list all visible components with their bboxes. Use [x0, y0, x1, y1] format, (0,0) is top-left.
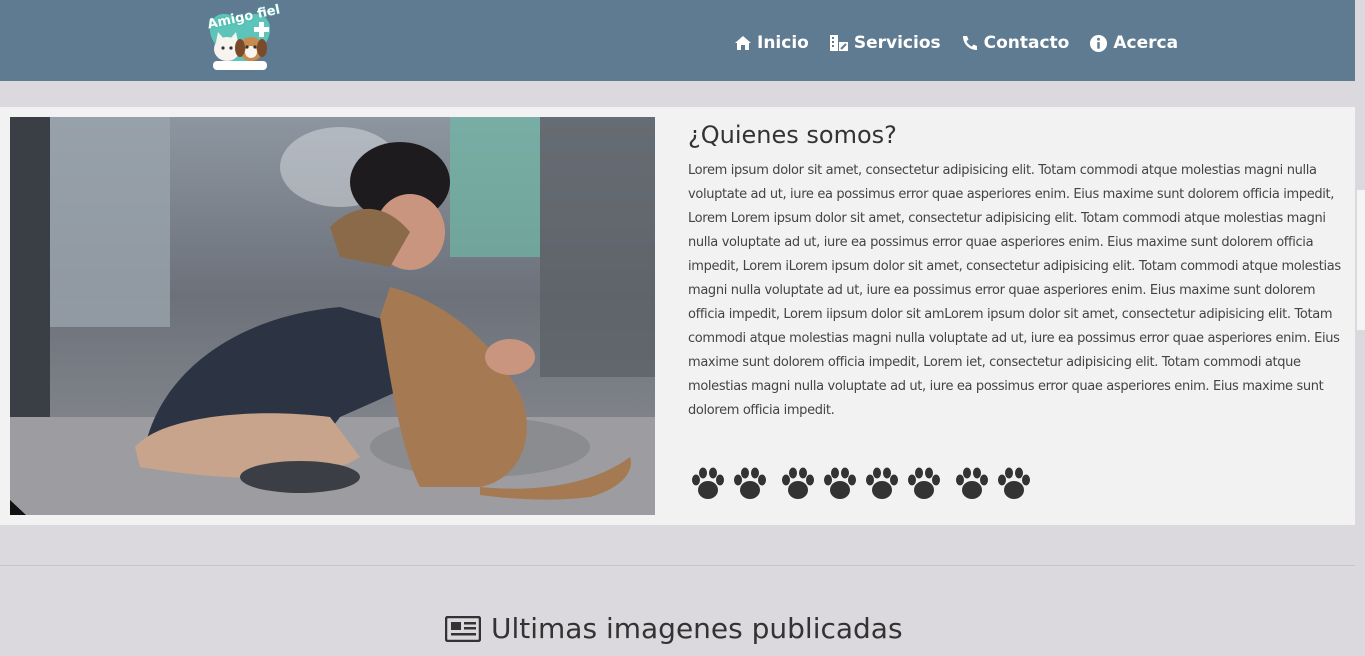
about-section: ¿Quienes somos? Lorem ipsum dolor sit am…	[0, 107, 1355, 525]
paw-icon	[956, 467, 988, 499]
home-icon	[735, 36, 751, 50]
paw-row	[690, 467, 1038, 501]
nav-links: Inicio Servicios Contacto Acerca	[734, 33, 1198, 53]
paw-icon	[866, 467, 898, 499]
nav-item-label: Inicio	[757, 33, 809, 53]
section-divider	[0, 565, 1355, 566]
paw-icon	[908, 467, 940, 499]
info-icon	[1090, 34, 1108, 52]
paw-icon	[734, 467, 766, 499]
nav-item-contacto[interactable]: Contacto	[961, 33, 1070, 53]
nav-item-acerca[interactable]: Acerca	[1089, 33, 1178, 53]
newspaper-icon	[445, 615, 481, 642]
man-hugging-dog-image	[10, 117, 655, 515]
about-text: Lorem ipsum dolor sit amet, consectetur …	[688, 163, 1341, 418]
nav-item-label: Acerca	[1113, 33, 1179, 53]
services-icon	[829, 35, 848, 51]
scrollbar[interactable]	[1355, 0, 1365, 656]
phone-icon	[962, 36, 977, 50]
latest-images-heading: Ultimas imagenes publicadas	[445, 612, 903, 645]
logo[interactable]: Amigo fiel	[205, 2, 281, 74]
nav-item-label: Contacto	[983, 33, 1070, 53]
about-title: ¿Quienes somos?	[688, 121, 897, 149]
nav-item-servicios[interactable]: Servicios	[829, 33, 941, 53]
paw-icon	[998, 467, 1030, 499]
nav-item-label: Servicios	[853, 33, 941, 53]
paw-icon	[824, 467, 856, 499]
navbar: Amigo fiel Inicio Servicios Contacto Ace…	[0, 0, 1355, 81]
about-photo	[10, 117, 655, 515]
paw-icon	[692, 467, 724, 499]
scrollbar-thumb[interactable]	[1357, 190, 1365, 330]
paw-icon	[782, 467, 814, 499]
latest-images-title: Ultimas imagenes publicadas	[491, 612, 903, 645]
nav-item-inicio[interactable]: Inicio	[734, 33, 809, 53]
